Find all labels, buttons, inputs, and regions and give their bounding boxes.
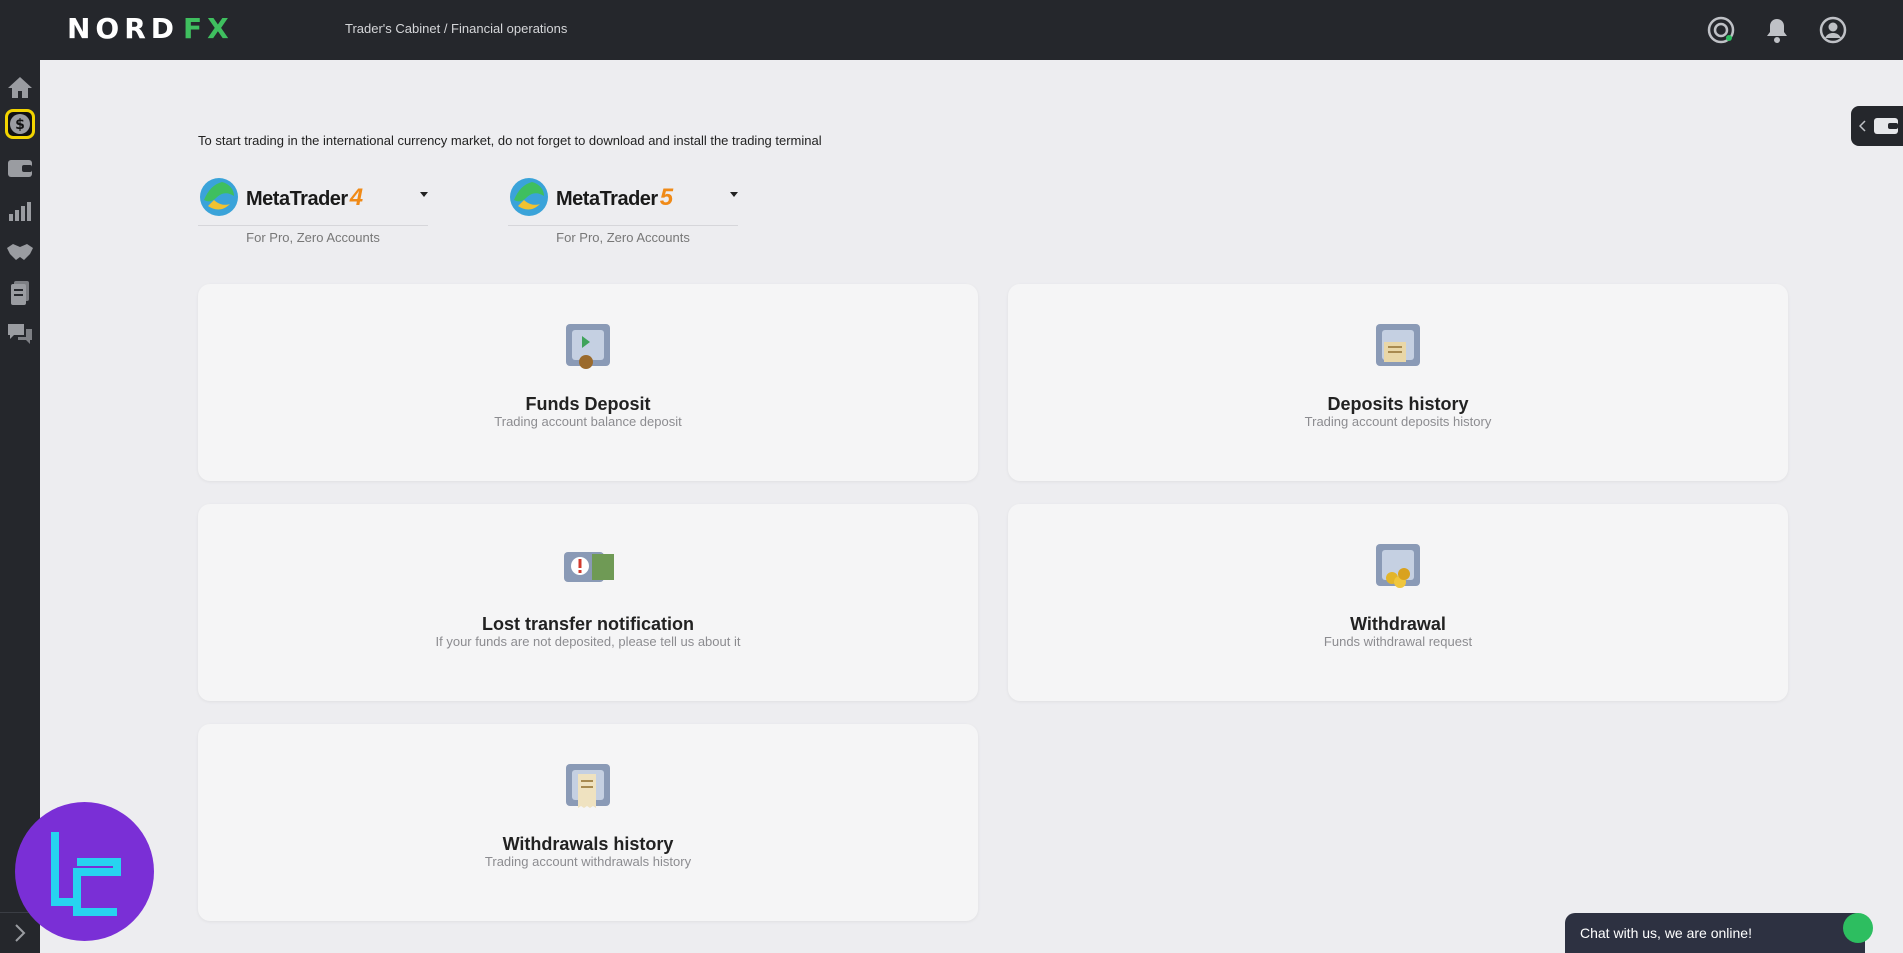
svg-text:$: $ (15, 117, 25, 133)
mt4-name: MetaTrader4 (246, 184, 363, 211)
mt5-subtitle: For Pro, Zero Accounts (556, 230, 690, 245)
mt5-name: MetaTrader5 (556, 184, 673, 211)
safe-documents-icon (1376, 324, 1420, 366)
card-title: Withdrawals history (502, 834, 674, 854)
support-icon[interactable] (1706, 15, 1736, 45)
top-bar: NORD FX Trader's Cabinet / Financial ope… (0, 0, 1903, 60)
card-subtitle: If your funds are not deposited, please … (435, 634, 741, 649)
handshake-icon[interactable] (5, 237, 35, 267)
withdrawal-card[interactable]: Withdrawal Funds withdrawal request (1008, 504, 1788, 701)
card-title: Lost transfer notification (481, 614, 694, 634)
bell-icon[interactable] (1762, 15, 1792, 45)
logo-main-text: NORD (67, 12, 180, 45)
chat-icon[interactable] (5, 319, 35, 349)
deposits-history-card[interactable]: Deposits history Trading account deposit… (1008, 284, 1788, 481)
safe-coins-icon (1376, 544, 1420, 588)
live-chat-button[interactable]: Chat with us, we are online! (1565, 913, 1873, 953)
online-indicator (1843, 913, 1873, 943)
card-title: Funds Deposit (525, 394, 651, 414)
metatrader-logo-icon (200, 178, 238, 216)
caret-down-icon (420, 192, 428, 197)
card-title: Withdrawal (1350, 614, 1446, 634)
home-icon[interactable] (5, 72, 35, 102)
nordfx-logo[interactable]: NORD FX (67, 14, 234, 44)
wallet-panel-toggle[interactable] (1851, 106, 1903, 146)
safe-receipt-icon (566, 764, 610, 808)
intro-text: To start trading in the international cu… (198, 133, 822, 148)
metatrader4-dropdown[interactable]: MetaTrader4 (198, 174, 428, 226)
top-icons (1706, 15, 1848, 45)
lost-transfer-card[interactable]: Lost transfer notification If your funds… (198, 504, 978, 701)
funds-deposit-card[interactable]: Funds Deposit Trading account balance de… (198, 284, 978, 481)
chat-label: Chat with us, we are online! (1580, 925, 1752, 941)
user-icon[interactable] (1818, 15, 1848, 45)
card-subtitle: Trading account deposits history (1304, 414, 1492, 429)
logo-accent-text: FX (183, 12, 234, 45)
chevron-left-icon (1859, 120, 1866, 132)
metatrader-logo-icon (510, 178, 548, 216)
metatrader5-dropdown[interactable]: MetaTrader5 (508, 174, 738, 226)
safe-alert-icon (564, 552, 614, 582)
dollar-icon[interactable]: $ (5, 109, 35, 139)
safe-deposit-icon (566, 324, 610, 369)
withdrawals-history-card[interactable]: Withdrawals history Trading account with… (198, 724, 978, 921)
documents-icon[interactable] (5, 278, 35, 308)
mt4-subtitle: For Pro, Zero Accounts (246, 230, 380, 245)
wallet-icon (1874, 118, 1898, 134)
wallet-icon[interactable] (5, 153, 35, 183)
card-subtitle: Trading account balance deposit (494, 414, 682, 429)
breadcrumb: Trader's Cabinet / Financial operations (345, 21, 568, 36)
card-subtitle: Funds withdrawal request (1323, 634, 1473, 649)
chart-icon[interactable] (5, 195, 35, 225)
card-subtitle: Trading account withdrawals history (484, 854, 692, 869)
watermark-logo (15, 802, 154, 941)
card-title: Deposits history (1327, 394, 1469, 414)
caret-down-icon (730, 192, 738, 197)
